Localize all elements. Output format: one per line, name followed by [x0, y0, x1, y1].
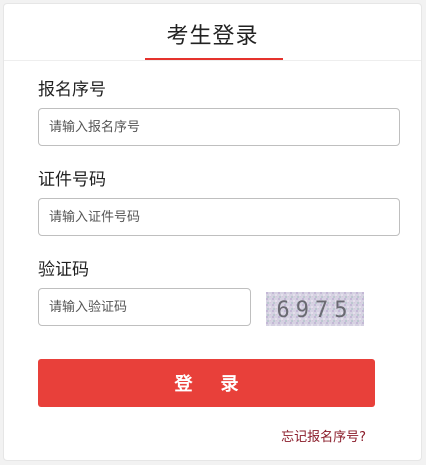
- id-no-input[interactable]: [38, 198, 400, 236]
- captcha-input[interactable]: [38, 288, 251, 326]
- exam-no-label: 报名序号: [38, 80, 106, 100]
- page-title: 考生登录: [166, 24, 259, 49]
- login-header: 考生登录: [4, 4, 421, 61]
- login-button[interactable]: 登录: [38, 359, 375, 407]
- login-card: 考生登录 报名序号 证件号码 验证码 6975 登录 忘记报名序号?: [3, 3, 422, 461]
- captcha-image[interactable]: 6975: [266, 292, 364, 326]
- id-no-label: 证件号码: [38, 170, 106, 190]
- captcha-text: 6975: [277, 298, 354, 323]
- captcha-label: 验证码: [38, 260, 89, 280]
- exam-no-input[interactable]: [38, 108, 400, 146]
- forgot-exam-no-link[interactable]: 忘记报名序号?: [281, 426, 366, 445]
- title-underline: [145, 58, 283, 60]
